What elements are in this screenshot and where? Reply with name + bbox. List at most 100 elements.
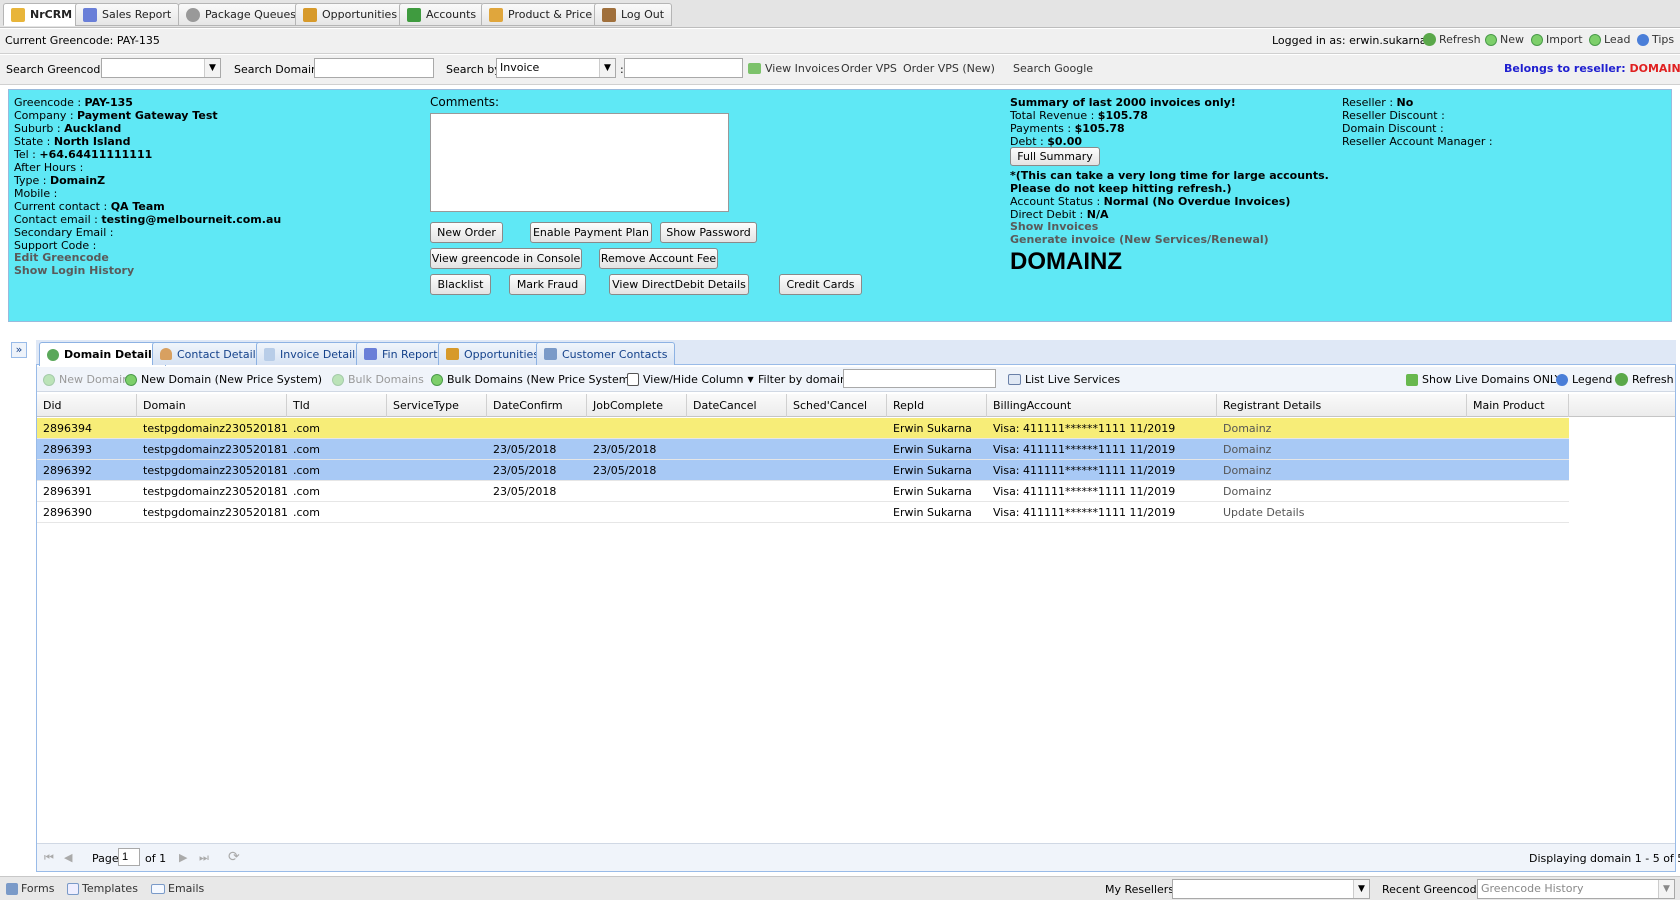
cell-registrant-details[interactable]: Update Details bbox=[1217, 502, 1467, 523]
cell-registrant-details[interactable]: Domainz bbox=[1217, 460, 1467, 481]
tab-opportunities-lower[interactable]: Opportunities bbox=[438, 342, 548, 365]
remove-account-fee-button[interactable]: Remove Account Fee bbox=[599, 248, 718, 269]
table-row[interactable]: 2896394 testpgdomainz230520181... .com Erwi… bbox=[37, 418, 1569, 439]
table-row[interactable]: 2896390 testpgdomainz230520181... .com Erwi… bbox=[37, 502, 1569, 523]
cell-registrant-details[interactable]: Domainz bbox=[1217, 439, 1467, 460]
tab-opportunities[interactable]: Opportunities bbox=[295, 3, 406, 26]
forms-link[interactable]: Forms bbox=[6, 882, 54, 895]
tab-log-out[interactable]: Log Out bbox=[594, 3, 673, 26]
col-service-type[interactable]: ServiceType bbox=[387, 394, 487, 417]
edit-greencode-link[interactable]: Edit Greencode bbox=[14, 251, 109, 264]
tab-contact-details[interactable]: Contact Details bbox=[152, 342, 270, 365]
bulk-domains-new-price-button[interactable]: Bulk Domains (New Price System) bbox=[431, 373, 634, 386]
show-live-domains-button[interactable]: Show Live Domains ONLY bbox=[1406, 373, 1561, 386]
generate-invoice-link[interactable]: Generate invoice (New Services/Renewal) bbox=[1010, 233, 1269, 246]
search-by-select[interactable]: Invoice ▼ bbox=[496, 58, 616, 78]
col-main-product[interactable]: Main Product bbox=[1467, 394, 1569, 417]
tab-fin-report[interactable]: Fin Report bbox=[356, 342, 446, 365]
field-after-hours: After Hours : bbox=[14, 161, 84, 174]
show-login-history-link[interactable]: Show Login History bbox=[14, 264, 134, 277]
table-row[interactable]: 2896391 testpgdomainz230520181... .com 23/0… bbox=[37, 481, 1569, 502]
cell-service-type bbox=[387, 481, 487, 502]
tab-product-price[interactable]: Product & Price bbox=[481, 3, 601, 26]
col-did[interactable]: Did bbox=[37, 394, 137, 417]
columns-icon bbox=[627, 373, 639, 386]
legend-button[interactable]: Legend bbox=[1556, 373, 1612, 386]
mark-fraud-button[interactable]: Mark Fraud bbox=[509, 274, 586, 295]
reseller-flag: Reseller : No bbox=[1342, 96, 1414, 109]
new-domain-new-price-button[interactable]: New Domain (New Price System) bbox=[125, 373, 322, 386]
last-page-icon[interactable]: ⏭ bbox=[199, 851, 209, 865]
page-number-input[interactable] bbox=[118, 848, 140, 866]
full-summary-button[interactable]: Full Summary bbox=[1010, 147, 1100, 166]
table-row[interactable]: 2896393 testpgdomainz230520181... .com 23/0… bbox=[37, 439, 1569, 460]
chevron-down-icon[interactable]: ▼ bbox=[599, 59, 615, 77]
prev-page-icon[interactable]: ◀ bbox=[64, 851, 72, 864]
credit-cards-button[interactable]: Credit Cards bbox=[779, 274, 862, 295]
reload-icon[interactable]: ⟳ bbox=[228, 849, 240, 865]
show-invoices-link[interactable]: Show Invoices bbox=[1010, 220, 1098, 233]
next-page-icon[interactable]: ▶ bbox=[179, 851, 187, 864]
cell-registrant-details[interactable]: Domainz bbox=[1217, 418, 1467, 439]
new-link[interactable]: New bbox=[1485, 33, 1524, 46]
view-greencode-console-button[interactable]: View greencode in Console bbox=[430, 248, 582, 269]
contacts-icon bbox=[544, 348, 557, 360]
tab-customer-contacts[interactable]: Customer Contacts bbox=[536, 342, 676, 365]
view-directdebit-button[interactable]: View DirectDebit Details bbox=[609, 274, 749, 295]
new-order-button[interactable]: New Order bbox=[430, 222, 503, 243]
show-password-button[interactable]: Show Password bbox=[660, 222, 757, 243]
col-sched-cancel[interactable]: Sched'Cancel bbox=[787, 394, 887, 417]
flag-icon bbox=[1406, 373, 1418, 386]
chevron-down-icon[interactable]: ▼ bbox=[204, 59, 220, 77]
tab-sales-report[interactable]: Sales Report bbox=[75, 3, 180, 26]
search-value-input[interactable] bbox=[624, 58, 743, 78]
search-google-link[interactable]: Search Google bbox=[1013, 62, 1093, 75]
chart-icon bbox=[83, 7, 97, 22]
my-resellers-select[interactable]: ▼ bbox=[1172, 879, 1370, 899]
chevron-down-icon[interactable]: ▼ bbox=[1353, 880, 1369, 898]
cell-sched-cancel bbox=[787, 418, 887, 439]
first-page-icon[interactable]: ⏮ bbox=[44, 851, 54, 865]
filter-domain-input[interactable] bbox=[843, 369, 996, 388]
order-vps-new-link[interactable]: Order VPS (New) bbox=[903, 62, 995, 75]
lead-link[interactable]: Lead bbox=[1589, 33, 1630, 46]
view-hide-column-button[interactable]: View/Hide Column ▼ bbox=[627, 373, 754, 386]
emails-link[interactable]: Emails bbox=[151, 882, 204, 895]
table-row[interactable]: 2896392 testpgdomainz230520181... .com 23/0… bbox=[37, 460, 1569, 481]
view-invoices-link[interactable]: View Invoices bbox=[748, 62, 840, 75]
expand-sidebar-button[interactable]: » bbox=[11, 342, 27, 358]
blacklist-button[interactable]: Blacklist bbox=[430, 274, 491, 295]
cell-registrant-details[interactable]: Domainz bbox=[1217, 481, 1467, 502]
order-vps-link[interactable]: Order VPS bbox=[841, 62, 897, 75]
col-date-confirm[interactable]: DateConfirm bbox=[487, 394, 587, 417]
tab-package-queues[interactable]: Package Queues bbox=[178, 3, 304, 26]
cell-rep-id: Erwin Sukarna bbox=[893, 443, 972, 456]
new-domain-button[interactable]: New Domain bbox=[43, 373, 129, 386]
cell-did: 2896391 bbox=[43, 485, 92, 498]
list-live-services-button[interactable]: List Live Services bbox=[1008, 373, 1120, 386]
import-link[interactable]: Import bbox=[1531, 33, 1583, 46]
search-domain-input[interactable] bbox=[314, 58, 434, 78]
recent-greencode-select[interactable]: Greencode History ▼ bbox=[1477, 879, 1675, 899]
tab-nrcrm[interactable]: NrCRM bbox=[3, 3, 81, 26]
templates-link[interactable]: Templates bbox=[67, 882, 138, 895]
col-tld[interactable]: Tld bbox=[287, 394, 387, 417]
enable-payment-plan-button[interactable]: Enable Payment Plan bbox=[530, 222, 652, 243]
tab-invoice-details[interactable]: Invoice Details bbox=[256, 342, 369, 365]
col-date-cancel[interactable]: DateCancel bbox=[687, 394, 787, 417]
tab-domain-details[interactable]: Domain Details bbox=[39, 342, 167, 366]
comments-textarea[interactable] bbox=[430, 113, 729, 212]
col-registrant-details[interactable]: Registrant Details bbox=[1217, 394, 1467, 417]
tips-link[interactable]: Tips bbox=[1637, 33, 1674, 46]
col-domain[interactable]: Domain bbox=[137, 394, 287, 417]
chevron-down-icon[interactable]: ▼ bbox=[1658, 880, 1674, 898]
search-greencode-combo[interactable]: ▼ bbox=[101, 58, 221, 78]
tab-accounts[interactable]: Accounts bbox=[399, 3, 485, 26]
bulk-domains-button[interactable]: Bulk Domains bbox=[332, 373, 424, 386]
col-job-complete[interactable]: JobComplete bbox=[587, 394, 687, 417]
refresh-link[interactable]: Refresh bbox=[1423, 33, 1481, 46]
add-icon bbox=[125, 373, 137, 386]
grid-refresh-button[interactable]: Refresh bbox=[1615, 373, 1674, 386]
col-billing-account[interactable]: BillingAccount bbox=[987, 394, 1217, 417]
col-rep-id[interactable]: RepId bbox=[887, 394, 987, 417]
